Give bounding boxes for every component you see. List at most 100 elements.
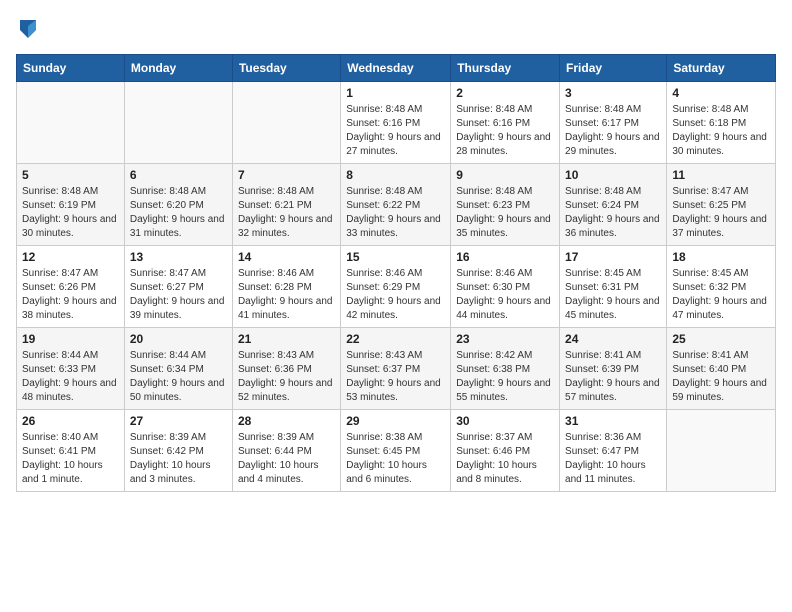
calendar-cell: 23 Sunrise: 8:42 AMSunset: 6:38 PMDayligh… (451, 328, 560, 410)
calendar-cell: 21 Sunrise: 8:43 AMSunset: 6:36 PMDayligh… (232, 328, 340, 410)
week-row-1: 1 Sunrise: 8:48 AMSunset: 6:16 PMDaylight… (17, 82, 776, 164)
calendar-table: SundayMondayTuesdayWednesdayThursdayFrid… (16, 54, 776, 492)
day-number: 21 (238, 332, 335, 346)
calendar-cell: 18Sunrise: 8:45 AMSunset: 6:32 PMDayligh… (667, 246, 776, 328)
day-number: 3 (565, 86, 661, 100)
day-number: 13 (130, 250, 227, 264)
day-info: Sunrise: 8:47 AMSunset: 6:27 PMDaylight:… (130, 267, 227, 323)
calendar-cell: 28 Sunrise: 8:39 AMSunset: 6:44 PMDayligh… (232, 410, 340, 492)
day-number: 25 (672, 332, 770, 346)
day-info: Sunrise: 8:48 AMSunset: 6:24 PMDaylight:… (565, 185, 661, 241)
day-info: Sunrise: 8:46 AMSunset: 6:29 PMDaylight:… (346, 267, 445, 323)
day-number: 8 (346, 168, 445, 182)
calendar-cell: 10 Sunrise: 8:48 AMSunset: 6:24 PMDayligh… (560, 164, 667, 246)
day-number: 11 (672, 168, 770, 182)
day-number: 17 (565, 250, 661, 264)
day-number: 20 (130, 332, 227, 346)
calendar-cell: 3 Sunrise: 8:48 AMSunset: 6:17 PMDaylight… (560, 82, 667, 164)
day-info: Sunrise: 8:40 AMSunset: 6:41 PMDaylight:… (22, 431, 119, 487)
calendar-cell: 7Sunrise: 8:48 AMSunset: 6:21 PMDaylight… (232, 164, 340, 246)
header-sunday: Sunday (17, 55, 125, 82)
calendar-cell: 17Sunrise: 8:45 AMSunset: 6:31 PMDayligh… (560, 246, 667, 328)
week-row-2: 5Sunrise: 8:48 AMSunset: 6:19 PMDaylight… (17, 164, 776, 246)
day-number: 18 (672, 250, 770, 264)
day-number: 23 (456, 332, 554, 346)
day-number: 2 (456, 86, 554, 100)
calendar-cell: 13 Sunrise: 8:47 AMSunset: 6:27 PMDayligh… (124, 246, 232, 328)
header-saturday: Saturday (667, 55, 776, 82)
day-info: Sunrise: 8:48 AMSunset: 6:22 PMDaylight:… (346, 185, 445, 241)
calendar-cell: 29Sunrise: 8:38 AMSunset: 6:45 PMDayligh… (341, 410, 451, 492)
day-number: 31 (565, 414, 661, 428)
calendar-cell: 20 Sunrise: 8:44 AMSunset: 6:34 PMDayligh… (124, 328, 232, 410)
day-info: Sunrise: 8:44 AMSunset: 6:34 PMDaylight:… (130, 349, 227, 405)
header-friday: Friday (560, 55, 667, 82)
day-number: 10 (565, 168, 661, 182)
week-row-4: 19 Sunrise: 8:44 AMSunset: 6:33 PMDayligh… (17, 328, 776, 410)
calendar-cell: 19 Sunrise: 8:44 AMSunset: 6:33 PMDayligh… (17, 328, 125, 410)
calendar-cell: 26 Sunrise: 8:40 AMSunset: 6:41 PMDayligh… (17, 410, 125, 492)
day-info: Sunrise: 8:37 AMSunset: 6:46 PMDaylight:… (456, 431, 554, 487)
header-wednesday: Wednesday (341, 55, 451, 82)
calendar-cell: 4 Sunrise: 8:48 AMSunset: 6:18 PMDaylight… (667, 82, 776, 164)
day-number: 22 (346, 332, 445, 346)
calendar-cell: 9Sunrise: 8:48 AMSunset: 6:23 PMDaylight… (451, 164, 560, 246)
calendar-cell: 11 Sunrise: 8:47 AMSunset: 6:25 PMDayligh… (667, 164, 776, 246)
day-info: Sunrise: 8:36 AMSunset: 6:47 PMDaylight:… (565, 431, 661, 487)
day-number: 28 (238, 414, 335, 428)
header-tuesday: Tuesday (232, 55, 340, 82)
day-info: Sunrise: 8:41 AMSunset: 6:39 PMDaylight:… (565, 349, 661, 405)
day-info: Sunrise: 8:48 AMSunset: 6:18 PMDaylight:… (672, 103, 770, 159)
calendar-cell (124, 82, 232, 164)
header-monday: Monday (124, 55, 232, 82)
calendar-cell: 27Sunrise: 8:39 AMSunset: 6:42 PMDayligh… (124, 410, 232, 492)
day-info: Sunrise: 8:43 AMSunset: 6:37 PMDaylight:… (346, 349, 445, 405)
calendar-cell: 8 Sunrise: 8:48 AMSunset: 6:22 PMDaylight… (341, 164, 451, 246)
day-info: Sunrise: 8:48 AMSunset: 6:23 PMDaylight:… (456, 185, 554, 241)
calendar-cell (667, 410, 776, 492)
calendar-cell: 12 Sunrise: 8:47 AMSunset: 6:26 PMDayligh… (17, 246, 125, 328)
day-info: Sunrise: 8:47 AMSunset: 6:25 PMDaylight:… (672, 185, 770, 241)
day-info: Sunrise: 8:44 AMSunset: 6:33 PMDaylight:… (22, 349, 119, 405)
day-number: 19 (22, 332, 119, 346)
day-number: 1 (346, 86, 445, 100)
day-info: Sunrise: 8:46 AMSunset: 6:30 PMDaylight:… (456, 267, 554, 323)
calendar-cell: 15 Sunrise: 8:46 AMSunset: 6:29 PMDayligh… (341, 246, 451, 328)
calendar-cell: 6 Sunrise: 8:48 AMSunset: 6:20 PMDaylight… (124, 164, 232, 246)
day-info: Sunrise: 8:48 AMSunset: 6:19 PMDaylight:… (22, 185, 119, 241)
day-number: 26 (22, 414, 119, 428)
day-number: 15 (346, 250, 445, 264)
calendar-cell: 5Sunrise: 8:48 AMSunset: 6:19 PMDaylight… (17, 164, 125, 246)
day-number: 6 (130, 168, 227, 182)
calendar-cell: 14 Sunrise: 8:46 AMSunset: 6:28 PMDayligh… (232, 246, 340, 328)
day-info: Sunrise: 8:42 AMSunset: 6:38 PMDaylight:… (456, 349, 554, 405)
day-info: Sunrise: 8:48 AMSunset: 6:16 PMDaylight:… (346, 103, 445, 159)
page-header (16, 16, 776, 44)
day-number: 7 (238, 168, 335, 182)
day-info: Sunrise: 8:39 AMSunset: 6:44 PMDaylight:… (238, 431, 335, 487)
day-info: Sunrise: 8:39 AMSunset: 6:42 PMDaylight:… (130, 431, 227, 487)
day-info: Sunrise: 8:46 AMSunset: 6:28 PMDaylight:… (238, 267, 335, 323)
calendar-cell (17, 82, 125, 164)
day-number: 29 (346, 414, 445, 428)
logo (16, 16, 42, 44)
calendar-cell: 1 Sunrise: 8:48 AMSunset: 6:16 PMDaylight… (341, 82, 451, 164)
week-row-5: 26 Sunrise: 8:40 AMSunset: 6:41 PMDayligh… (17, 410, 776, 492)
day-number: 4 (672, 86, 770, 100)
calendar-cell: 25 Sunrise: 8:41 AMSunset: 6:40 PMDayligh… (667, 328, 776, 410)
calendar-cell: 31 Sunrise: 8:36 AMSunset: 6:47 PMDayligh… (560, 410, 667, 492)
calendar-cell: 2 Sunrise: 8:48 AMSunset: 6:16 PMDaylight… (451, 82, 560, 164)
calendar-header-row: SundayMondayTuesdayWednesdayThursdayFrid… (17, 55, 776, 82)
day-info: Sunrise: 8:48 AMSunset: 6:16 PMDaylight:… (456, 103, 554, 159)
day-info: Sunrise: 8:41 AMSunset: 6:40 PMDaylight:… (672, 349, 770, 405)
day-number: 30 (456, 414, 554, 428)
day-number: 12 (22, 250, 119, 264)
day-info: Sunrise: 8:43 AMSunset: 6:36 PMDaylight:… (238, 349, 335, 405)
day-info: Sunrise: 8:48 AMSunset: 6:20 PMDaylight:… (130, 185, 227, 241)
week-row-3: 12 Sunrise: 8:47 AMSunset: 6:26 PMDayligh… (17, 246, 776, 328)
day-number: 24 (565, 332, 661, 346)
day-number: 16 (456, 250, 554, 264)
day-info: Sunrise: 8:48 AMSunset: 6:17 PMDaylight:… (565, 103, 661, 159)
day-info: Sunrise: 8:47 AMSunset: 6:26 PMDaylight:… (22, 267, 119, 323)
day-number: 14 (238, 250, 335, 264)
